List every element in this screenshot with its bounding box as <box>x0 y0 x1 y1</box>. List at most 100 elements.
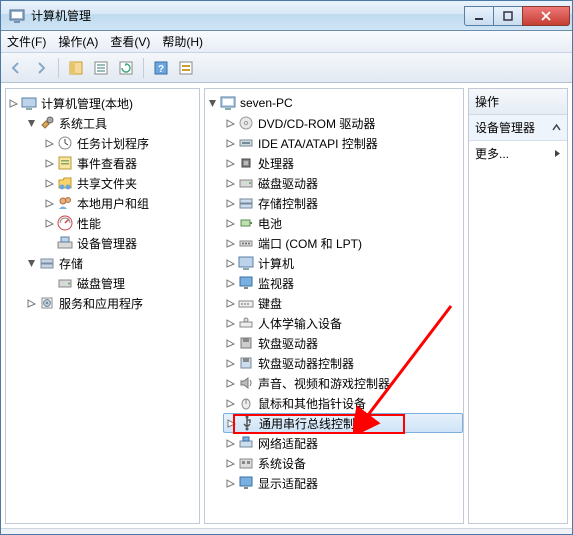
device-ide[interactable]: IDE ATA/ATAPI 控制器 <box>223 133 463 153</box>
net-icon <box>238 435 254 451</box>
event-icon <box>57 155 73 171</box>
expand-icon[interactable] <box>225 378 236 389</box>
collapse-icon[interactable] <box>26 118 37 129</box>
actions-subhead[interactable]: 设备管理器 <box>469 115 567 141</box>
device-display[interactable]: 显示适配器 <box>223 473 463 493</box>
expand-icon[interactable] <box>44 158 55 169</box>
expand-icon[interactable] <box>44 218 55 229</box>
tree-label: DVD/CD-ROM 驱动器 <box>258 115 375 132</box>
menu-action[interactable]: 操作(A) <box>58 33 98 50</box>
device-tree-pane: seven-PC DVD/CD-ROM 驱动器 IDE ATA/ATAPI 控制器… <box>204 88 464 524</box>
expand-icon[interactable] <box>225 318 236 329</box>
device-computer[interactable]: 计算机 <box>223 253 463 273</box>
expand-icon[interactable] <box>225 238 236 249</box>
tree-label: IDE ATA/ATAPI 控制器 <box>258 135 378 152</box>
expand-icon[interactable] <box>225 398 236 409</box>
tree-label: 系统设备 <box>258 455 306 472</box>
expand-icon[interactable] <box>225 118 236 129</box>
menu-file[interactable]: 文件(F) <box>7 33 46 50</box>
maximize-button[interactable] <box>493 6 523 26</box>
tree-label: 电池 <box>258 215 282 232</box>
tree-label: 监视器 <box>258 275 294 292</box>
tree-devmgr[interactable]: 设备管理器 <box>42 233 199 253</box>
tree-root-local[interactable]: 计算机管理(本地) <box>6 93 199 113</box>
floppyctrl-icon <box>238 355 254 371</box>
tree-label: 存储 <box>59 255 83 272</box>
device-mouse[interactable]: 鼠标和其他指针设备 <box>223 393 463 413</box>
expand-icon[interactable] <box>225 198 236 209</box>
device-hid[interactable]: 人体学输入设备 <box>223 313 463 333</box>
device-system[interactable]: 系统设备 <box>223 453 463 473</box>
action-button[interactable] <box>175 57 197 79</box>
device-floppy[interactable]: 软盘驱动器 <box>223 333 463 353</box>
tools-icon <box>39 115 55 131</box>
expand-icon[interactable] <box>225 178 236 189</box>
expand-icon[interactable] <box>225 458 236 469</box>
actions-subhead-label: 设备管理器 <box>475 119 535 136</box>
back-button[interactable] <box>5 57 27 79</box>
monitor-icon <box>238 275 254 291</box>
expand-icon[interactable] <box>8 98 19 109</box>
tree-systools[interactable]: 系统工具 <box>24 113 199 133</box>
menu-help[interactable]: 帮助(H) <box>162 33 203 50</box>
tree-label: 显示适配器 <box>258 475 318 492</box>
expand-icon[interactable] <box>225 218 236 229</box>
close-button[interactable] <box>522 6 570 26</box>
actions-more[interactable]: 更多... <box>469 141 567 166</box>
tree-label: 性能 <box>77 215 101 232</box>
collapse-icon[interactable] <box>26 258 37 269</box>
expand-icon[interactable] <box>225 358 236 369</box>
device-storagectrl[interactable]: 存储控制器 <box>223 193 463 213</box>
minimize-button[interactable] <box>464 6 494 26</box>
tree-localusers[interactable]: 本地用户和组 <box>42 193 199 213</box>
refresh-button[interactable] <box>115 57 137 79</box>
device-ports[interactable]: 端口 (COM 和 LPT) <box>223 233 463 253</box>
expand-icon[interactable] <box>225 438 236 449</box>
device-net[interactable]: 网络适配器 <box>223 433 463 453</box>
users-icon <box>57 195 73 211</box>
tree-storage[interactable]: 存储 <box>24 253 199 273</box>
device-cpu[interactable]: 处理器 <box>223 153 463 173</box>
svg-text:?: ? <box>158 64 164 75</box>
tree-diskmgmt[interactable]: 磁盘管理 <box>42 273 199 293</box>
perf-icon <box>57 215 73 231</box>
expand-icon[interactable] <box>225 478 236 489</box>
disk-icon <box>238 175 254 191</box>
expand-icon[interactable] <box>225 278 236 289</box>
device-monitor[interactable]: 监视器 <box>223 273 463 293</box>
properties-button[interactable] <box>90 57 112 79</box>
expand-icon[interactable] <box>225 338 236 349</box>
expand-icon[interactable] <box>226 418 237 429</box>
device-dvd[interactable]: DVD/CD-ROM 驱动器 <box>223 113 463 133</box>
expand-icon[interactable] <box>26 298 37 309</box>
expand-icon[interactable] <box>44 198 55 209</box>
device-battery[interactable]: 电池 <box>223 213 463 233</box>
device-keyboard[interactable]: 键盘 <box>223 293 463 313</box>
menu-view[interactable]: 查看(V) <box>110 33 150 50</box>
tree-services[interactable]: 服务和应用程序 <box>24 293 199 313</box>
expand-icon[interactable] <box>44 138 55 149</box>
show-hide-tree-button[interactable] <box>65 57 87 79</box>
device-floppyctrl[interactable]: 软盘驱动器控制器 <box>223 353 463 373</box>
actions-more-label: 更多... <box>475 145 509 162</box>
expand-icon[interactable] <box>44 178 55 189</box>
cpu-icon <box>238 155 254 171</box>
tree-label: 网络适配器 <box>258 435 318 452</box>
titlebar[interactable]: 计算机管理 <box>1 1 572 31</box>
collapse-icon[interactable] <box>207 98 218 109</box>
device-disk[interactable]: 磁盘驱动器 <box>223 173 463 193</box>
expand-icon[interactable] <box>225 298 236 309</box>
expand-icon[interactable] <box>225 158 236 169</box>
tree-scheduler[interactable]: 任务计划程序 <box>42 133 199 153</box>
device-sound[interactable]: 声音、视频和游戏控制器 <box>223 373 463 393</box>
tree-performance[interactable]: 性能 <box>42 213 199 233</box>
tree-sharedfolders[interactable]: 共享文件夹 <box>42 173 199 193</box>
expand-icon[interactable] <box>225 138 236 149</box>
tree-eventviewer[interactable]: 事件查看器 <box>42 153 199 173</box>
device-root[interactable]: seven-PC <box>205 93 463 113</box>
ports-icon <box>238 235 254 251</box>
help-button[interactable]: ? <box>150 57 172 79</box>
forward-button[interactable] <box>30 57 52 79</box>
device-usb[interactable]: 通用串行总线控制器 <box>223 413 463 433</box>
expand-icon[interactable] <box>225 258 236 269</box>
